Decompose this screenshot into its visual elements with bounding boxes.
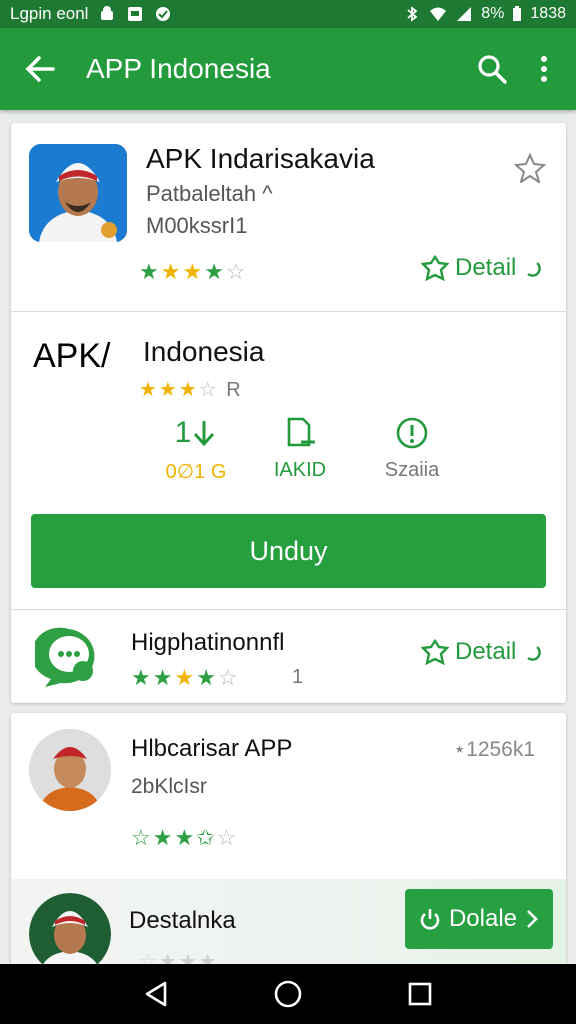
square-recents-icon bbox=[408, 982, 432, 1006]
stat-downloads: 1 0∅1 G bbox=[151, 413, 241, 484]
info-icon bbox=[367, 413, 457, 453]
download-button[interactable]: Unduy bbox=[31, 514, 546, 588]
nav-back-button[interactable] bbox=[126, 964, 186, 1024]
favorite-button[interactable] bbox=[513, 152, 547, 188]
downloads-value: 1 bbox=[174, 416, 192, 449]
nav-recents-button[interactable] bbox=[390, 964, 450, 1024]
power-icon bbox=[420, 909, 440, 930]
clock: 1838 bbox=[530, 5, 566, 22]
list-item-subtitle: 2bKlcIsr bbox=[131, 775, 207, 798]
related-app-rating: ★★★★☆ bbox=[131, 665, 240, 690]
star-outline-icon bbox=[513, 152, 547, 185]
battery-percent: 8% bbox=[481, 5, 505, 22]
app-bar: APP Indonesia bbox=[0, 28, 576, 110]
signal-icon bbox=[457, 7, 472, 21]
divider bbox=[11, 609, 566, 610]
info-label: Szaiia bbox=[384, 459, 440, 481]
rating-suffix: R bbox=[226, 379, 243, 401]
detail-label: Detail bbox=[455, 638, 517, 665]
install-label: Dolale bbox=[448, 905, 518, 932]
person-avatar-icon bbox=[29, 729, 111, 811]
wifi-icon bbox=[430, 7, 447, 21]
badge-icon bbox=[421, 639, 449, 665]
bluetooth-icon bbox=[407, 6, 418, 22]
detail-label: Detail bbox=[455, 254, 517, 281]
divider bbox=[11, 311, 566, 312]
main-app-title-prefix: APK/ bbox=[33, 337, 111, 375]
photo-icon bbox=[128, 7, 143, 21]
list-item-meta: ⋆1256k1 bbox=[453, 738, 536, 761]
more-vert-icon bbox=[541, 56, 547, 82]
person-avatar-icon bbox=[29, 144, 127, 242]
list-item-title[interactable]: Destalnka bbox=[129, 907, 236, 935]
main-app-title: Indonesia bbox=[143, 336, 265, 367]
related-app-icon[interactable] bbox=[35, 623, 103, 691]
downloads-label: 0∅1 G bbox=[165, 461, 227, 483]
circle-home-icon bbox=[274, 980, 302, 1008]
document-icon bbox=[255, 413, 345, 453]
status-bar: Lgpin eonl 8% 1838 bbox=[0, 0, 576, 28]
featured-detail-button[interactable]: Detail bbox=[421, 254, 542, 282]
featured-app-developer: Patbaleltah ^ bbox=[146, 181, 273, 206]
triangle-back-icon bbox=[145, 981, 167, 1007]
person-avatar-icon bbox=[29, 893, 111, 975]
stat-category: IAKID bbox=[255, 413, 345, 482]
main-app-rating: ★★★☆ R bbox=[139, 379, 243, 401]
list-item-title[interactable]: Hlbcarisar APP bbox=[131, 735, 292, 763]
featured-app-title[interactable]: APK Indarisakavia bbox=[146, 143, 375, 175]
arrow-back-icon bbox=[25, 56, 55, 82]
badge-icon bbox=[421, 255, 449, 281]
refresh-icon bbox=[527, 646, 542, 661]
notification-icon bbox=[156, 7, 171, 21]
list-item-avatar[interactable] bbox=[29, 893, 111, 975]
search-button[interactable] bbox=[466, 39, 518, 99]
stat-info: Szaiia bbox=[367, 413, 457, 482]
android-icon bbox=[101, 6, 114, 20]
featured-app-size: M00kssrI1 bbox=[146, 213, 248, 238]
list-item-rating: ☆★★✩☆ bbox=[131, 825, 239, 850]
overflow-menu-button[interactable] bbox=[518, 39, 570, 99]
page-title: APP Indonesia bbox=[86, 53, 271, 84]
app-list-card: Hlbcarisar APP 2bKlcIsr ⋆1256k1 ☆★★✩☆ De… bbox=[11, 713, 566, 979]
featured-app-icon[interactable] bbox=[29, 144, 127, 242]
back-button[interactable] bbox=[10, 39, 70, 99]
related-detail-button[interactable]: Detail bbox=[421, 638, 542, 666]
search-icon bbox=[478, 55, 507, 84]
nav-home-button[interactable] bbox=[258, 964, 318, 1024]
chevron-right-icon bbox=[527, 910, 538, 928]
category-label: IAKID bbox=[273, 459, 327, 481]
refresh-icon bbox=[527, 262, 542, 277]
download-icon: 1 bbox=[151, 413, 241, 453]
related-app-title[interactable]: Higphatinonnfl bbox=[131, 629, 284, 657]
app-detail-card: APK Indarisakavia Patbaleltah ^ M00kssrI… bbox=[11, 123, 566, 703]
related-app-count: 1 bbox=[292, 666, 304, 688]
install-button[interactable]: Dolale bbox=[405, 889, 553, 949]
system-nav-bar bbox=[0, 964, 576, 1024]
battery-icon bbox=[513, 6, 522, 21]
carrier-label: Lgpin eonl bbox=[10, 4, 89, 23]
chat-bubble-icon bbox=[35, 623, 103, 691]
list-item-avatar[interactable] bbox=[29, 729, 111, 811]
featured-app-rating: ★★★★☆ bbox=[139, 259, 248, 284]
